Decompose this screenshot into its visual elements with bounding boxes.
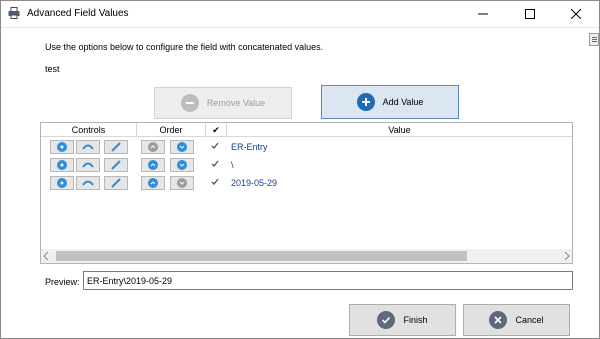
header-value: Value	[388, 125, 411, 135]
undo-icon	[82, 144, 94, 150]
window-title: Advanced Field Values	[27, 8, 129, 19]
advanced-field-values-window: Advanced Field Values Use the options be…	[0, 0, 600, 339]
title-bar: Advanced Field Values	[1, 1, 599, 27]
printer-icon	[8, 7, 20, 19]
settings-button[interactable]	[50, 140, 74, 154]
table-row[interactable]: ER-Entry	[41, 139, 572, 157]
arrow-down-icon	[177, 142, 187, 152]
move-up-button[interactable]	[141, 176, 165, 190]
move-up-button[interactable]	[141, 158, 165, 172]
header-check: ✔	[206, 123, 227, 137]
maximize-button[interactable]	[507, 1, 553, 27]
pencil-icon	[111, 142, 121, 152]
add-icon	[356, 93, 375, 111]
settings-button[interactable]	[50, 176, 74, 190]
remove-value-label: Remove Value	[206, 98, 266, 108]
cancel-label: Cancel	[515, 315, 544, 325]
arrow-up-icon	[148, 160, 158, 170]
side-panel-toggle[interactable]	[589, 33, 599, 46]
row-value: ER-Entry	[231, 142, 268, 152]
header-controls: Controls	[41, 123, 137, 137]
table-row[interactable]: 2019-05-29	[41, 175, 572, 193]
move-down-button[interactable]	[170, 140, 194, 154]
cancel-button[interactable]: Cancel	[463, 304, 570, 336]
undo-button[interactable]	[76, 158, 100, 172]
remove-value-button[interactable]: Remove Value	[154, 87, 292, 119]
preview-label: Preview:	[45, 277, 80, 287]
values-grid: Controls Order ✔ Value ER-Entry \ 2019-0…	[40, 122, 573, 264]
header-order: Order	[137, 123, 206, 137]
arrow-up-icon	[148, 142, 158, 152]
undo-icon	[82, 162, 94, 168]
grid-header: Controls Order ✔ Value	[41, 123, 572, 137]
preview-field[interactable]	[83, 271, 573, 290]
undo-button[interactable]	[76, 176, 100, 190]
move-down-button[interactable]	[170, 158, 194, 172]
title-separator	[1, 27, 599, 28]
table-row[interactable]: \	[41, 157, 572, 175]
cancel-x-icon	[489, 311, 508, 329]
scroll-left-icon[interactable]	[43, 251, 49, 263]
undo-button[interactable]	[76, 140, 100, 154]
minimize-button[interactable]	[460, 1, 506, 27]
gear-icon	[57, 160, 67, 170]
edit-button[interactable]	[104, 140, 128, 154]
finish-label: Finish	[403, 315, 428, 325]
check-icon	[211, 142, 219, 152]
finish-button[interactable]: Finish	[349, 304, 456, 336]
gear-icon	[57, 142, 67, 152]
arrow-down-icon	[177, 178, 187, 188]
scroll-right-icon[interactable]	[564, 251, 570, 263]
add-value-label: Add Value	[382, 97, 424, 107]
move-down-button[interactable]	[170, 176, 194, 190]
horizontal-scrollbar[interactable]	[41, 249, 572, 263]
menu-lines-icon	[592, 37, 597, 38]
row-value: 2019-05-29	[231, 178, 278, 188]
pencil-icon	[111, 160, 121, 170]
edit-button[interactable]	[104, 176, 128, 190]
field-name-label: test	[45, 64, 60, 74]
arrow-down-icon	[177, 160, 187, 170]
edit-button[interactable]	[104, 158, 128, 172]
gear-icon	[57, 178, 67, 188]
remove-icon	[180, 94, 199, 112]
add-value-button[interactable]: Add Value	[321, 85, 459, 119]
move-up-button[interactable]	[141, 140, 165, 154]
undo-icon	[82, 180, 94, 186]
settings-button[interactable]	[50, 158, 74, 172]
checkmark-icon	[377, 311, 396, 329]
instructions-text: Use the options below to configure the f…	[45, 42, 324, 52]
check-icon	[211, 160, 219, 170]
pencil-icon	[111, 178, 121, 188]
arrow-up-icon	[148, 178, 158, 188]
scrollbar-thumb[interactable]	[56, 251, 467, 261]
close-button[interactable]	[553, 1, 599, 27]
row-value: \	[231, 160, 234, 170]
check-icon	[211, 178, 219, 188]
